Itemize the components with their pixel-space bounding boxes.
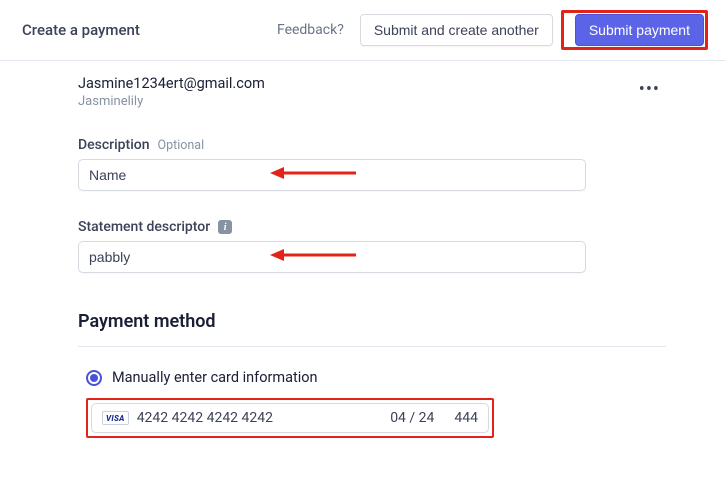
card-cvc-input[interactable]: 444 xyxy=(454,410,478,426)
manual-card-label: Manually enter card information xyxy=(112,369,318,386)
page-title: Create a payment xyxy=(22,21,140,39)
payment-method-title: Payment method xyxy=(78,311,666,332)
divider xyxy=(78,346,666,347)
feedback-link[interactable]: Feedback? xyxy=(277,22,344,38)
header-bar: Create a payment Feedback? Submit and cr… xyxy=(0,0,726,61)
customer-row: Jasmine1234ert@gmail.com Jasminelily ••• xyxy=(78,75,666,109)
description-input[interactable] xyxy=(78,159,586,191)
card-expiry-input[interactable]: 04 / 24 xyxy=(390,410,434,426)
customer-email: Jasmine1234ert@gmail.com xyxy=(78,75,265,92)
statement-input[interactable] xyxy=(78,241,586,273)
manual-card-radio-row[interactable]: Manually enter card information xyxy=(86,369,666,386)
description-optional: Optional xyxy=(158,138,205,153)
statement-label: Statement descriptor xyxy=(78,219,210,235)
annotation-highlight-card: VISA 4242 4242 4242 4242 04 / 24 444 xyxy=(86,398,494,438)
customer-name: Jasminelily xyxy=(78,94,265,109)
description-field-group: Description Optional xyxy=(78,137,666,191)
statement-field-group: Statement descriptor i xyxy=(78,219,666,273)
more-icon[interactable]: ••• xyxy=(639,79,660,100)
main-content: Jasmine1234ert@gmail.com Jasminelily •••… xyxy=(0,61,726,438)
card-input-row[interactable]: VISA 4242 4242 4242 4242 04 / 24 444 xyxy=(91,403,489,433)
description-label: Description xyxy=(78,137,150,153)
radio-selected-icon xyxy=(86,370,102,386)
info-icon[interactable]: i xyxy=(218,220,232,234)
annotation-highlight-submit: Submit payment xyxy=(561,10,708,50)
submit-create-another-button[interactable]: Submit and create another xyxy=(360,14,553,46)
visa-icon: VISA xyxy=(102,411,129,425)
submit-payment-button[interactable]: Submit payment xyxy=(575,14,704,46)
card-number-input[interactable]: 4242 4242 4242 4242 xyxy=(137,410,383,426)
